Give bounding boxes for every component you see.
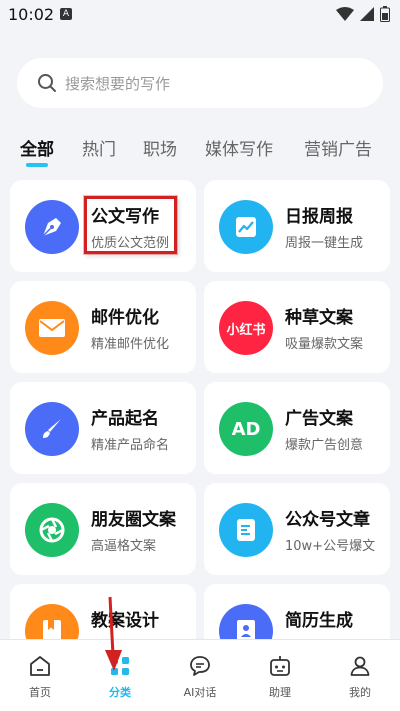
card-desc: 优质公文范例 (91, 236, 170, 251)
home-icon (30, 656, 50, 676)
brush-icon (25, 402, 79, 456)
card-title: 种草文案 (285, 308, 353, 328)
card-title: 朋友圈文案 (91, 510, 176, 530)
signal-icon (360, 7, 374, 21)
card-title: 日报周报 (285, 207, 353, 227)
card-title: 产品起名 (91, 409, 159, 429)
category-tabs: 全部 热门 职场 媒体写作 营销广告 (0, 135, 400, 175)
card-title: 简历生成 (285, 611, 353, 631)
card-title: 邮件优化 (91, 308, 159, 328)
nav-label: 助理 (269, 686, 291, 699)
nav-label: 分类 (109, 686, 131, 699)
category-icon (111, 657, 129, 675)
nav-assistant[interactable]: 助理 (240, 640, 320, 711)
nav-label: 我的 (349, 686, 371, 699)
card-desc: 精准邮件优化 (91, 337, 170, 352)
user-icon (350, 656, 370, 676)
tab-hot[interactable]: 热门 (82, 135, 116, 160)
battery-icon (380, 6, 390, 22)
trend-chart-icon (219, 200, 273, 254)
nav-label: AI对话 (183, 686, 217, 699)
status-time: 10:02 (8, 5, 55, 24)
card-desc: 高逼格文案 (91, 539, 157, 554)
nav-mine[interactable]: 我的 (320, 640, 400, 711)
search-icon (38, 74, 56, 92)
status-icons (336, 6, 390, 22)
card-desc: 10w+公号爆文 (285, 539, 376, 554)
robot-icon (270, 656, 290, 676)
tab-workplace[interactable]: 职场 (143, 135, 177, 160)
card-official-account-article[interactable]: 公众号文章 10w+公号爆文 (204, 483, 390, 575)
chat-icon (190, 656, 210, 676)
tab-marketing[interactable]: 营销广告 (304, 135, 372, 160)
search-placeholder: 搜索想要的写作 (65, 74, 171, 93)
nav-category[interactable]: 分类 (80, 640, 160, 711)
document-icon (219, 503, 273, 557)
card-product-seeding[interactable]: 小红书 种草文案 吸量爆款文案 (204, 281, 390, 373)
card-title: 广告文案 (285, 409, 353, 429)
nav-label: 首页 (29, 686, 51, 699)
card-moments-copy[interactable]: 朋友圈文案 高逼格文案 (10, 483, 196, 575)
tab-active-indicator (26, 163, 48, 167)
card-title: 教案设计 (91, 611, 159, 631)
tab-media-writing[interactable]: 媒体写作 (205, 135, 273, 160)
nav-home[interactable]: 首页 (0, 640, 80, 711)
bottom-nav: 首页 分类 AI对话 助理 我的 (0, 640, 400, 711)
card-desc: 爆款广告创意 (285, 438, 364, 453)
aperture-icon (25, 503, 79, 557)
envelope-icon (25, 301, 79, 355)
wifi-icon (336, 7, 354, 21)
pen-nib-icon (25, 200, 79, 254)
card-product-naming[interactable]: 产品起名 精准产品命名 (10, 382, 196, 474)
card-desc: 周报一键生成 (285, 236, 364, 251)
card-ad-copy[interactable]: AD 广告文案 爆款广告创意 (204, 382, 390, 474)
tab-all[interactable]: 全部 (20, 135, 54, 160)
card-official-writing[interactable]: 公文写作 优质公文范例 (10, 180, 196, 272)
card-title: 公文写作 (91, 207, 159, 227)
card-desc: 精准产品命名 (91, 438, 170, 453)
ad-icon: AD (219, 402, 273, 456)
search-bar[interactable]: 搜索想要的写作 (17, 58, 383, 108)
card-desc: 吸量爆款文案 (285, 337, 364, 352)
card-daily-weekly-report[interactable]: 日报周报 周报一键生成 (204, 180, 390, 272)
notification-icon: A (60, 8, 72, 20)
status-bar: 10:02 A (0, 0, 400, 30)
card-title: 公众号文章 (285, 510, 370, 530)
xiaohongshu-logo-icon: 小红书 (219, 301, 273, 355)
nav-ai-chat[interactable]: AI对话 (160, 640, 240, 711)
card-email-optimize[interactable]: 邮件优化 精准邮件优化 (10, 281, 196, 373)
